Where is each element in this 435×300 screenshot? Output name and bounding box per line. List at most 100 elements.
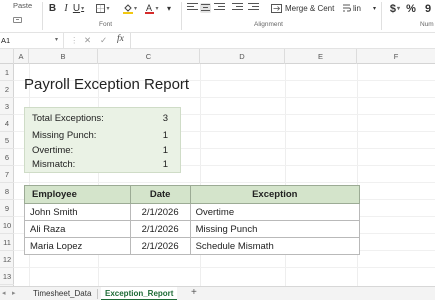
name-box-value: A1 bbox=[1, 36, 11, 45]
more-font-options[interactable]: ▾ bbox=[164, 2, 174, 15]
row-header[interactable]: 8 bbox=[0, 183, 14, 200]
merge-center-button[interactable]: Merge & Cent bbox=[271, 2, 341, 15]
fill-color-button[interactable]: ▾ bbox=[120, 2, 140, 15]
select-all-corner[interactable] bbox=[0, 49, 14, 64]
gridline bbox=[14, 267, 435, 268]
summary-label: Mismatch: bbox=[32, 159, 76, 170]
merge-center-label: Merge & Cent bbox=[285, 4, 335, 13]
row-header[interactable]: 9 bbox=[0, 200, 14, 217]
column-header[interactable]: E bbox=[285, 49, 357, 64]
sheet-tab-bar: ◂ ▸ Timesheet_Data Exception_Report + bbox=[0, 286, 435, 300]
column-header[interactable]: B bbox=[29, 49, 98, 64]
add-sheet-button[interactable]: + bbox=[191, 287, 197, 299]
summary-row[interactable]: Mismatch: 1 bbox=[25, 157, 180, 172]
underline-button[interactable]: U ▾ bbox=[73, 2, 84, 15]
wrap-text-label: lin bbox=[353, 4, 362, 13]
align-left-icon[interactable] bbox=[187, 3, 198, 13]
comma-style-button[interactable]: 9 bbox=[422, 2, 434, 15]
summary-label: Total Exceptions: bbox=[32, 113, 104, 124]
percent-format-button[interactable]: % bbox=[406, 2, 416, 15]
wrap-dropdown-caret[interactable]: ▾ bbox=[371, 2, 378, 15]
borders-button[interactable]: ▾ bbox=[94, 2, 112, 15]
confirm-icon[interactable]: ✓ bbox=[100, 35, 107, 46]
row-header[interactable]: 6 bbox=[0, 149, 14, 166]
scroll-tabs-left-icon[interactable]: ◂ bbox=[2, 287, 6, 300]
formula-bar: A1 ▾ ⋮ ✕ ✓ fx bbox=[0, 33, 435, 49]
column-heading[interactable]: Date bbox=[129, 185, 191, 204]
exception-cell[interactable]: Overtime bbox=[189, 203, 361, 221]
row-header[interactable]: 3 bbox=[0, 98, 14, 115]
wrap-text-button[interactable]: lin bbox=[343, 2, 370, 15]
font-color-button[interactable]: A ▾ bbox=[142, 2, 162, 15]
report-title[interactable]: Payroll Exception Report bbox=[24, 76, 189, 93]
table-row: Maria Lopez 2/1/2026 Schedule Mismath bbox=[24, 237, 361, 255]
sheet-tab-timesheet-data[interactable]: Timesheet_Data bbox=[33, 287, 91, 300]
alignment-group-label: Alignment bbox=[254, 21, 283, 28]
fill-color-icon bbox=[122, 4, 133, 14]
clipboard-icon[interactable] bbox=[13, 17, 22, 23]
column-header[interactable]: F bbox=[357, 49, 435, 64]
date-cell[interactable]: 2/1/2026 bbox=[129, 203, 191, 221]
currency-format-label: $ bbox=[389, 2, 397, 15]
row-header[interactable]: 7 bbox=[0, 166, 14, 183]
formula-bar-menu-icon[interactable]: ⋮ bbox=[70, 35, 79, 46]
paste-button-label[interactable]: Paste bbox=[13, 1, 32, 10]
summary-label: Missing Punch: bbox=[32, 130, 97, 141]
ribbon-divider bbox=[42, 2, 43, 30]
summary-value: 1 bbox=[162, 130, 168, 141]
summary-value: 1 bbox=[162, 159, 168, 170]
insert-function-icon[interactable]: fx bbox=[117, 34, 124, 44]
table-header-row: Employee Date Exception bbox=[24, 185, 361, 204]
ribbon-divider bbox=[381, 2, 382, 30]
spreadsheet-window: Paste B I U ▾ ▾ ▾ A ▾ ▾ Font Merge & Cent … bbox=[0, 0, 435, 300]
row-header[interactable]: 1 bbox=[0, 64, 14, 81]
row-header[interactable]: 10 bbox=[0, 217, 14, 234]
table-row: John Smith 2/1/2026 Overtime bbox=[24, 203, 361, 221]
summary-box: Total Exceptions: 3 Missing Punch: 1 Ove… bbox=[24, 107, 181, 173]
row-header[interactable]: 2 bbox=[0, 81, 14, 98]
column-heading[interactable]: Exception bbox=[189, 185, 361, 204]
align-center-icon[interactable] bbox=[200, 3, 211, 13]
column-header[interactable]: C bbox=[98, 49, 200, 64]
column-header[interactable]: D bbox=[200, 49, 285, 64]
column-header[interactable]: A bbox=[14, 49, 29, 64]
employee-cell[interactable]: Maria Lopez bbox=[24, 237, 131, 255]
gridline bbox=[14, 182, 435, 183]
table-row: Ali Raza 2/1/2026 Missing Punch bbox=[24, 220, 361, 238]
summary-value: 1 bbox=[162, 145, 168, 156]
align-right-icon[interactable] bbox=[214, 3, 225, 13]
italic-button[interactable]: I bbox=[61, 2, 71, 15]
summary-row[interactable]: Total Exceptions: 3 bbox=[25, 111, 180, 126]
summary-row[interactable]: Missing Punch: 1 bbox=[25, 128, 180, 143]
column-headers: A B C D E F bbox=[0, 49, 435, 64]
date-cell[interactable]: 2/1/2026 bbox=[129, 220, 191, 238]
ribbon: Paste B I U ▾ ▾ ▾ A ▾ ▾ Font Merge & Cent … bbox=[0, 0, 435, 33]
bold-button[interactable]: B bbox=[47, 2, 58, 15]
employee-cell[interactable]: John Smith bbox=[24, 203, 131, 221]
formula-bar-divider bbox=[130, 33, 131, 49]
scroll-tabs-right-icon[interactable]: ▸ bbox=[12, 287, 16, 300]
row-headers: 1 2 3 4 5 6 7 8 9 10 11 12 13 bbox=[0, 64, 14, 286]
summary-value: 3 bbox=[162, 113, 168, 124]
name-box-dropdown-icon[interactable]: ▾ bbox=[55, 36, 58, 43]
cancel-icon[interactable]: ✕ bbox=[84, 35, 91, 46]
font-color-icon: A bbox=[145, 3, 155, 14]
summary-row[interactable]: Overtime: 1 bbox=[25, 143, 180, 158]
employee-cell[interactable]: Ali Raza bbox=[24, 220, 131, 238]
percent-format-label: % bbox=[406, 2, 416, 15]
summary-label: Overtime: bbox=[32, 145, 74, 156]
column-heading[interactable]: Employee bbox=[24, 185, 131, 204]
exception-cell[interactable]: Missing Punch bbox=[189, 220, 361, 238]
decrease-indent-icon[interactable] bbox=[232, 3, 243, 13]
increase-indent-icon[interactable] bbox=[248, 3, 259, 13]
row-header[interactable]: 13 bbox=[0, 268, 14, 285]
row-header[interactable]: 5 bbox=[0, 132, 14, 149]
sheet-tab-exception-report[interactable]: Exception_Report bbox=[101, 287, 178, 300]
row-header[interactable]: 12 bbox=[0, 251, 14, 268]
date-cell[interactable]: 2/1/2026 bbox=[129, 237, 191, 255]
row-header[interactable]: 4 bbox=[0, 115, 14, 132]
currency-format-button[interactable]: $ ▾ bbox=[388, 2, 402, 15]
exception-cell[interactable]: Schedule Mismath bbox=[189, 237, 361, 255]
borders-icon bbox=[96, 4, 106, 13]
row-header[interactable]: 11 bbox=[0, 234, 14, 251]
